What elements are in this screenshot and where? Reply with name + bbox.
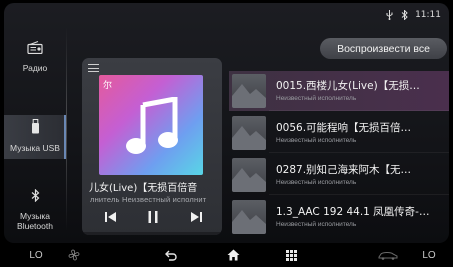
- placeholder-image-icon: [232, 126, 266, 150]
- row-divider: [269, 194, 449, 195]
- sidebar-item-bluetooth-music[interactable]: Музыка Bluetooth: [4, 188, 66, 231]
- music-note-icon: [126, 97, 178, 154]
- song-artist: Неизвестный исполнитель: [276, 178, 357, 186]
- home-button[interactable]: [223, 243, 243, 267]
- placeholder-image-icon: [232, 84, 266, 108]
- pause-button[interactable]: [142, 206, 164, 228]
- now-playing-title: 儿女(Live)【无损百倍音: [89, 183, 198, 194]
- placeholder-image-icon: [232, 168, 266, 192]
- list-item[interactable]: 1.3_AAC 192 44.1 凤凰传奇-… Неизвестный испо…: [229, 197, 449, 237]
- apps-button[interactable]: [281, 243, 301, 267]
- row-divider: [269, 110, 449, 111]
- song-thumbnail: [232, 200, 266, 234]
- song-artist: Неизвестный исполнитель: [276, 136, 357, 144]
- list-item[interactable]: 0015.西楼儿女(Live)【无损… Неизвестный исполнит…: [229, 71, 449, 111]
- song-title: 0287.别知己海来阿木【无…: [276, 163, 412, 176]
- home-icon: [227, 249, 239, 261]
- back-icon: [165, 250, 177, 261]
- main-panel: 11:11 Радио Музыка USB Музыка Bluetooth …: [4, 3, 449, 243]
- sidebar-item-label: Музыка Bluetooth: [17, 211, 53, 231]
- next-track-button[interactable]: [185, 206, 207, 228]
- clock: 11:11: [415, 10, 441, 20]
- list-item[interactable]: 0287.别知己海来阿木【无… Неизвестный исполнитель: [229, 155, 449, 195]
- sidebar-item-label: Радио: [22, 63, 48, 73]
- usb-drive-icon: [4, 119, 66, 139]
- bottom-bar: LO LO: [0, 243, 453, 267]
- prev-icon: [105, 212, 116, 222]
- back-button[interactable]: [161, 243, 181, 267]
- song-thumbnail: [232, 116, 266, 150]
- radio-icon: [4, 41, 66, 59]
- menu-icon[interactable]: [88, 64, 99, 73]
- now-playing-card[interactable]: 尔 儿女(Live)【无损百倍音 лнитель Неизвестный исп…: [82, 58, 222, 235]
- temp-right-label[interactable]: LO: [419, 243, 439, 267]
- sidebar-item-label: Музыка USB: [10, 143, 60, 153]
- apps-grid-icon: [285, 249, 297, 261]
- song-title: 0015.西楼儿女(Live)【无损…: [276, 79, 420, 92]
- song-title: 0056.可能程响【无损百倍…: [276, 121, 412, 134]
- car-icon[interactable]: [376, 243, 400, 267]
- status-bar: 11:11: [385, 10, 441, 20]
- playback-progress-bar[interactable]: [82, 232, 222, 235]
- song-thumbnail: [232, 158, 266, 192]
- sidebar-divider: [66, 27, 67, 231]
- song-thumbnail: [232, 74, 266, 108]
- next-icon: [191, 212, 202, 222]
- source-sidebar: Радио Музыка USB Музыка Bluetooth: [4, 3, 66, 243]
- placeholder-image-icon: [232, 210, 266, 234]
- temp-left-label[interactable]: LO: [26, 243, 46, 267]
- cover-badge: 尔: [103, 81, 113, 91]
- fan-icon[interactable]: [64, 243, 84, 267]
- bluetooth-icon: [4, 188, 66, 207]
- song-artist: Неизвестный исполнитель: [276, 220, 357, 228]
- sidebar-item-radio[interactable]: Радио: [4, 41, 66, 73]
- song-artist: Неизвестный исполнитель: [276, 94, 357, 102]
- bluetooth-icon: [400, 10, 409, 20]
- usb-icon: [385, 10, 394, 20]
- previous-track-button[interactable]: [100, 206, 122, 228]
- song-title: 1.3_AAC 192 44.1 凤凰传奇-…: [276, 205, 430, 218]
- sidebar-item-usb-music[interactable]: Музыка USB: [4, 115, 66, 159]
- row-divider: [269, 152, 449, 153]
- pause-icon: [148, 211, 158, 223]
- now-playing-artist: лнитель Неизвестный исполнит: [90, 195, 207, 204]
- play-all-button[interactable]: Воспроизвести все: [320, 38, 447, 59]
- list-item[interactable]: 0056.可能程响【无损百倍… Неизвестный исполнитель: [229, 113, 449, 153]
- screen: 11:11 Радио Музыка USB Музыка Bluetooth …: [0, 0, 453, 267]
- album-cover: 尔: [99, 75, 203, 175]
